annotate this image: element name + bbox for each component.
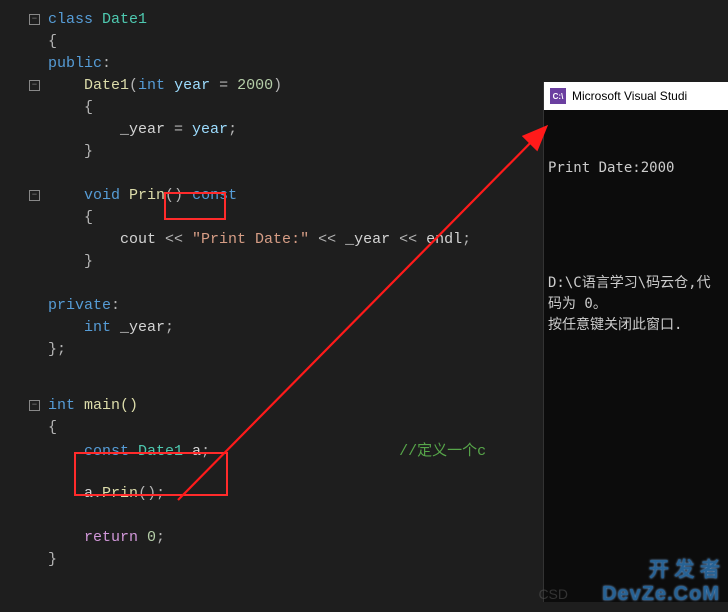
fold-icon[interactable]: −: [29, 80, 40, 91]
fold-icon[interactable]: −: [29, 400, 40, 411]
semicolon: ;: [201, 443, 210, 460]
vs-icon: C:\: [550, 88, 566, 104]
keyword-int: int: [48, 397, 75, 414]
keyword-const: const: [84, 443, 129, 460]
dot: .: [93, 485, 102, 502]
param-year: year: [165, 77, 219, 94]
colon: :: [111, 297, 120, 314]
watermark-line1: 开 发 者: [602, 558, 720, 582]
brace-open: {: [84, 99, 93, 116]
code-editor[interactable]: − class Date1 { public: − Date1(int year…: [0, 0, 486, 570]
brace-open: {: [48, 33, 57, 50]
string-literal: "Print Date:": [192, 231, 309, 248]
semicolon: ;: [156, 485, 165, 502]
equals-operator: =: [174, 121, 192, 138]
csdn-watermark: CSD: [538, 586, 568, 602]
default-value: 2000: [237, 77, 273, 94]
keyword-return: return: [84, 529, 138, 546]
site-watermark: 开 发 者 DevZe.CoM: [602, 558, 720, 606]
console-output-line: Print Date:2000: [548, 158, 724, 179]
brace-close: }: [84, 253, 93, 270]
semicolon: ;: [156, 529, 165, 546]
insertion-operator: <<: [165, 231, 192, 248]
brace-close: }: [48, 551, 57, 568]
member-year: _year: [120, 121, 174, 138]
return-value: 0: [138, 529, 156, 546]
keyword-int: int: [84, 319, 111, 336]
parens: (): [165, 187, 192, 204]
member-year-decl: _year: [111, 319, 165, 336]
keyword-class: class: [48, 11, 93, 28]
class-close: };: [48, 341, 66, 358]
keyword-void: void: [84, 187, 120, 204]
keyword-const: const: [192, 187, 237, 204]
call-prin: Prin: [102, 485, 138, 502]
brace-close: }: [84, 143, 93, 160]
console-window: C:\ Microsoft Visual Studi Print Date:20…: [543, 82, 728, 602]
function-main: main(): [75, 397, 138, 414]
type-date1: Date1: [129, 443, 183, 460]
console-output-line: D:\C语言学习\码云仓,代码为 0。 按任意键关闭此窗口.: [548, 273, 724, 336]
watermark-line2: DevZe.CoM: [602, 582, 720, 606]
semicolon: ;: [462, 231, 471, 248]
param-year: year: [192, 121, 228, 138]
var-a: a: [183, 443, 201, 460]
semicolon: ;: [165, 319, 174, 336]
comment: //定义一个c: [399, 443, 486, 460]
insertion-operator: <<: [390, 231, 426, 248]
console-titlebar[interactable]: C:\ Microsoft Visual Studi: [544, 82, 728, 110]
constructor-name: Date1: [84, 77, 129, 94]
console-title-text: Microsoft Visual Studi: [572, 89, 687, 103]
parens: (): [138, 485, 156, 502]
var-a: a: [84, 485, 93, 502]
fold-icon[interactable]: −: [29, 190, 40, 201]
member-year: _year: [345, 231, 390, 248]
brace-open: {: [48, 419, 57, 436]
equals-operator: =: [219, 77, 237, 94]
keyword-private: private: [48, 297, 111, 314]
type-name: Date1: [93, 11, 147, 28]
semicolon: ;: [228, 121, 237, 138]
keyword-int: int: [138, 77, 165, 94]
brace-open: {: [84, 209, 93, 226]
endl: endl: [426, 231, 462, 248]
cout: cout: [120, 231, 165, 248]
keyword-public: public: [48, 55, 102, 72]
colon: :: [102, 55, 111, 72]
insertion-operator: <<: [309, 231, 345, 248]
function-prin: Prin: [120, 187, 165, 204]
fold-icon[interactable]: −: [29, 14, 40, 25]
